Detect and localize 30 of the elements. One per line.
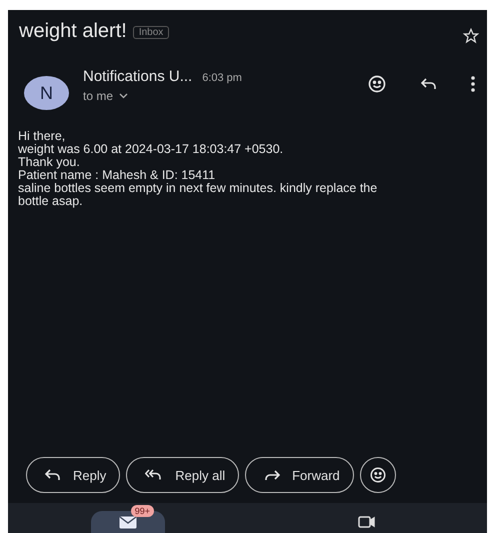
more-button[interactable] (471, 76, 475, 92)
message-text: weight was 6.00 at 2024-03-17 18:03:47 +0530. (18, 143, 284, 156)
inbox-label: Inbox (132, 26, 170, 39)
smiley-icon (368, 466, 387, 484)
emoji-button[interactable] (360, 457, 396, 493)
reply-all-icon (145, 469, 164, 481)
emoji-button[interactable] (367, 74, 387, 94)
message-text: saline bottles seem empty in next few minutes. kindly replace the bottle asap. (18, 182, 378, 208)
sender-name: Notifications U... (83, 68, 192, 85)
email-subject: weight alert! (19, 20, 127, 42)
recipient-toggle[interactable]: to me (83, 89, 242, 103)
reply-icon (421, 78, 437, 90)
more-icon (471, 76, 475, 92)
message-text: Hi there, (18, 130, 66, 143)
video-icon (358, 516, 376, 528)
chevron-icon (119, 93, 128, 99)
avatar: N (24, 76, 69, 110)
star-icon[interactable] (463, 28, 479, 44)
mail-icon (118, 516, 137, 528)
unread-badge: 99+ (130, 505, 154, 517)
reply-button[interactable] (421, 78, 437, 90)
message-text: Patient name : Mahesh & ID: 15411 (18, 169, 216, 182)
message-text: Thank you. (18, 156, 81, 169)
message-time: 6:03 pm (202, 72, 242, 84)
reply-button[interactable]: Reply (26, 457, 120, 493)
reply-icon (45, 469, 61, 481)
reply-all-button[interactable]: Reply all (126, 457, 240, 493)
smiley-icon (367, 74, 387, 94)
forward-icon (264, 469, 280, 481)
forward-button[interactable]: Forward (245, 457, 354, 493)
